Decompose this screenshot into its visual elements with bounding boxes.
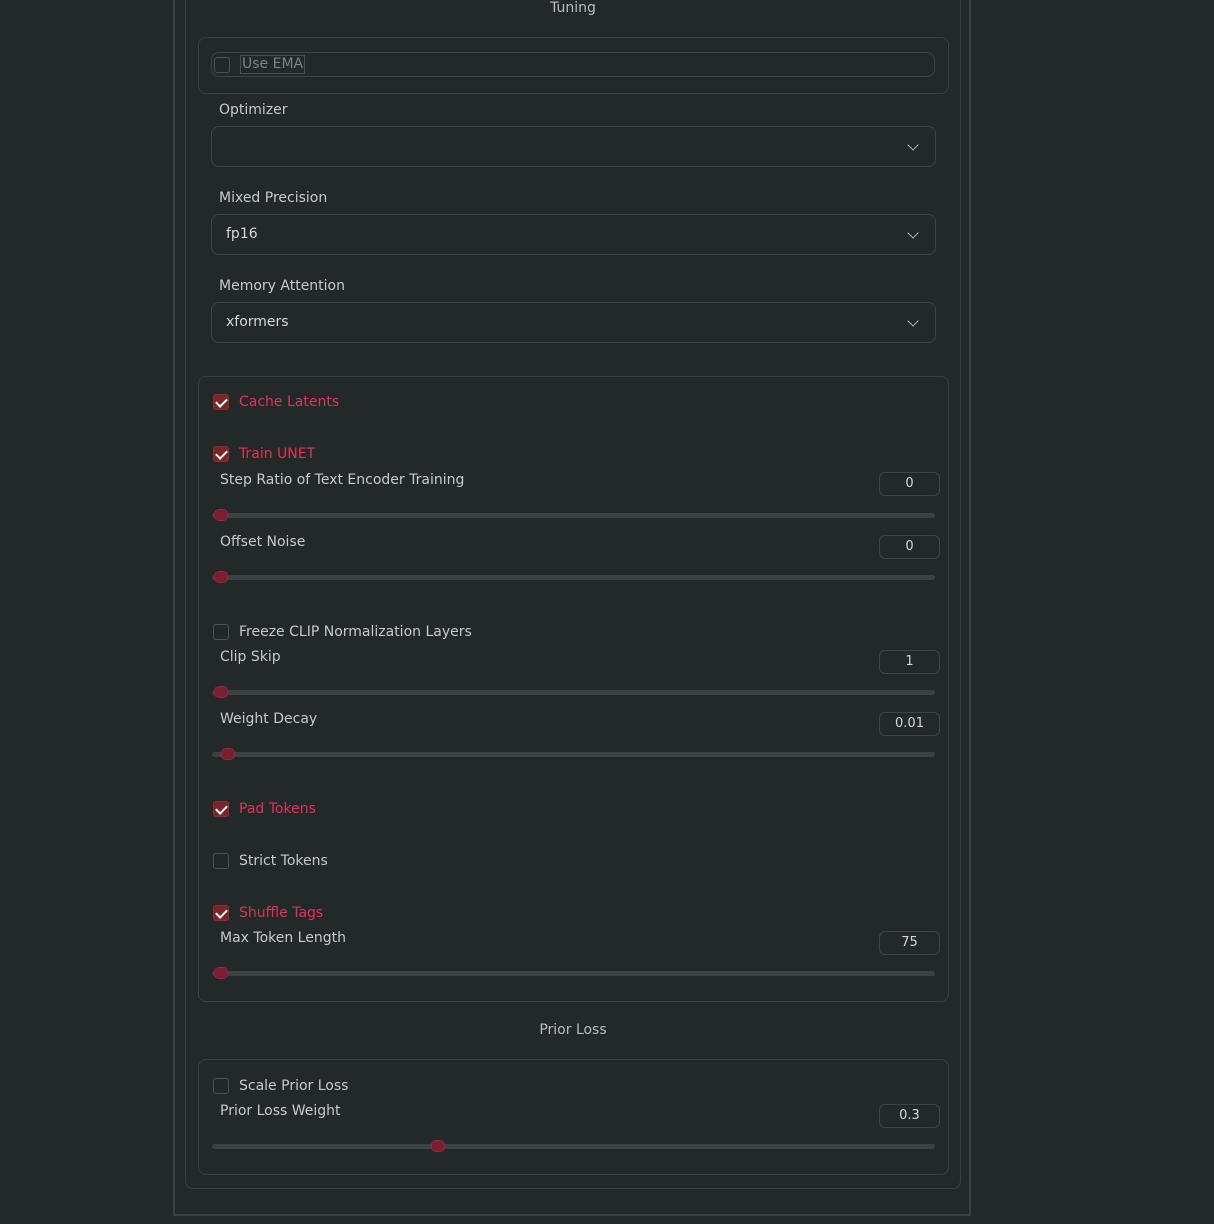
train-unet-label[interactable]: Train UNET — [239, 445, 315, 463]
step-ratio-input[interactable]: 0 — [879, 472, 940, 496]
use-ema-field — [211, 52, 935, 77]
optimizer-label: Optimizer — [219, 102, 288, 118]
offset-noise-slider[interactable] — [212, 571, 935, 583]
clip-skip-label: Clip Skip — [220, 649, 281, 665]
mixed-precision-dropdown[interactable]: fp16 — [211, 214, 936, 255]
cache-latents-label[interactable]: Cache Latents — [239, 393, 339, 411]
clip-skip-input[interactable]: 1 — [879, 650, 940, 674]
max-token-length-slider[interactable] — [212, 967, 935, 979]
memory-attention-dropdown[interactable]: xformers — [211, 302, 936, 343]
offset-noise-label: Offset Noise — [220, 534, 306, 550]
chevron-down-icon — [907, 315, 919, 327]
chevron-down-icon — [907, 139, 919, 151]
pad-tokens-checkbox[interactable] — [213, 801, 229, 817]
use-ema-label: Use EMA — [240, 55, 306, 74]
scale-prior-loss-label[interactable]: Scale Prior Loss — [239, 1077, 348, 1095]
prior-loss-weight-label: Prior Loss Weight — [220, 1103, 341, 1119]
pad-tokens-label[interactable]: Pad Tokens — [239, 800, 316, 818]
max-token-length-label: Max Token Length — [220, 930, 346, 946]
step-ratio-label: Step Ratio of Text Encoder Training — [220, 472, 465, 488]
prior-loss-weight-slider[interactable] — [212, 1140, 935, 1152]
memory-attention-label: Memory Attention — [219, 278, 345, 294]
strict-tokens-checkbox[interactable] — [213, 853, 229, 869]
scale-prior-loss-checkbox[interactable] — [213, 1078, 229, 1094]
section-title-prior-loss: Prior Loss — [539, 1022, 607, 1038]
freeze-clip-label[interactable]: Freeze CLIP Normalization Layers — [239, 623, 472, 641]
slider-thumb[interactable] — [221, 748, 236, 760]
weight-decay-label: Weight Decay — [220, 711, 318, 727]
mixed-precision-value: fp16 — [226, 226, 258, 242]
shuffle-tags-checkbox[interactable] — [213, 905, 229, 921]
chevron-down-icon — [907, 227, 919, 239]
memory-attention-value: xformers — [226, 314, 289, 330]
freeze-clip-checkbox[interactable] — [213, 624, 229, 640]
strict-tokens-label[interactable]: Strict Tokens — [239, 852, 328, 870]
slider-thumb[interactable] — [214, 571, 228, 583]
slider-thumb[interactable] — [214, 967, 228, 979]
train-unet-checkbox[interactable] — [213, 446, 229, 462]
cache-latents-checkbox[interactable] — [213, 394, 229, 410]
use-ema-checkbox[interactable] — [214, 57, 230, 73]
clip-skip-slider[interactable] — [212, 686, 935, 698]
slider-thumb[interactable] — [430, 1140, 445, 1152]
prior-loss-weight-input[interactable]: 0.3 — [879, 1104, 940, 1128]
max-token-length-input[interactable]: 75 — [879, 931, 940, 955]
slider-thumb[interactable] — [214, 686, 228, 698]
weight-decay-input[interactable]: 0.01 — [879, 712, 940, 736]
shuffle-tags-label[interactable]: Shuffle Tags — [239, 904, 323, 922]
weight-decay-slider[interactable] — [212, 748, 935, 760]
offset-noise-input[interactable]: 0 — [879, 535, 940, 559]
step-ratio-slider[interactable] — [212, 509, 935, 521]
mixed-precision-label: Mixed Precision — [219, 190, 328, 206]
section-title-tuning: Tuning — [550, 0, 596, 16]
optimizer-dropdown[interactable] — [211, 126, 936, 167]
slider-thumb[interactable] — [214, 509, 228, 521]
